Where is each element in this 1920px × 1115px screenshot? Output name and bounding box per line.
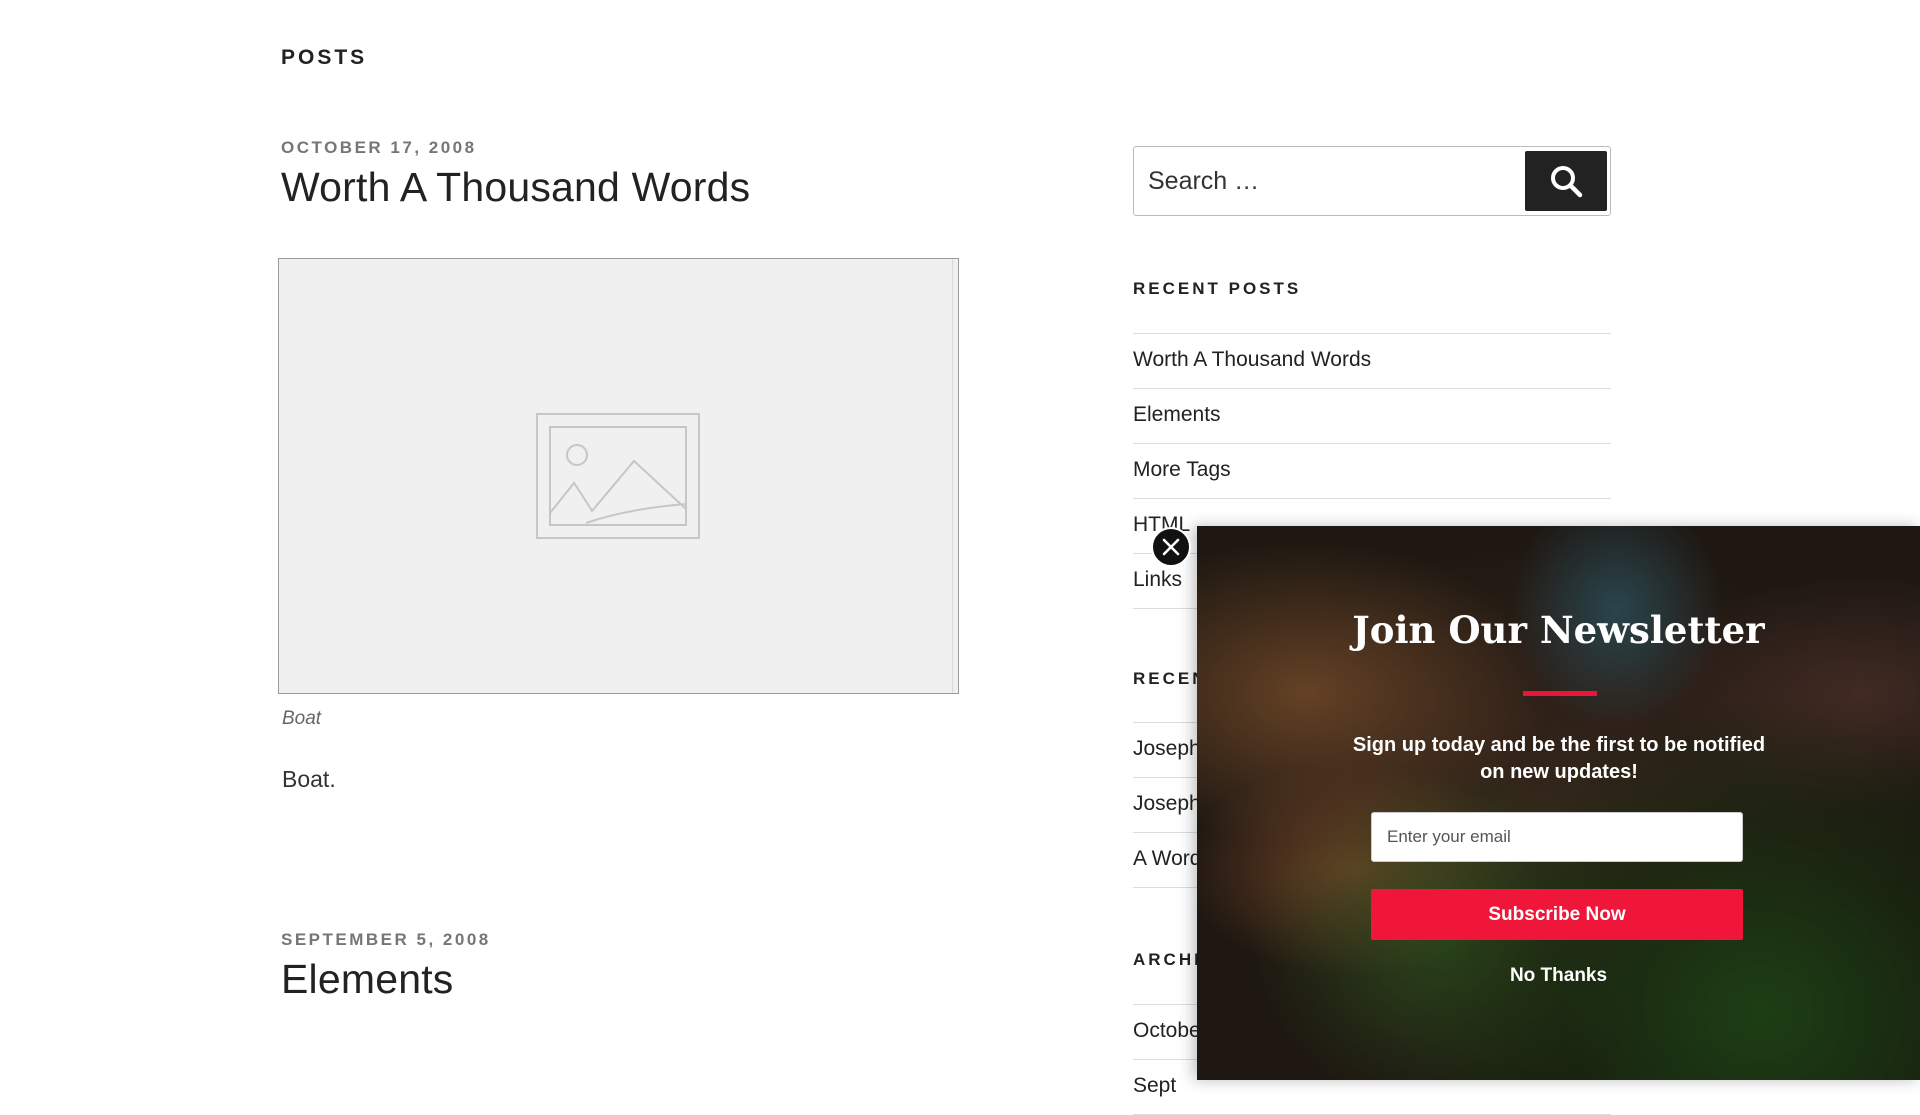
close-button[interactable]	[1151, 527, 1191, 567]
image-placeholder	[278, 258, 959, 694]
no-thanks-link[interactable]: No Thanks	[1197, 965, 1920, 987]
image-caption: Boat	[282, 708, 322, 729]
image-icon	[536, 413, 700, 539]
search-icon	[1551, 166, 1583, 198]
list-item[interactable]: Worth A Thousand Words	[1133, 334, 1611, 389]
page-heading: POSTS	[281, 46, 368, 69]
post-date[interactable]: OCTOBER 17, 2008	[281, 138, 750, 158]
post-title[interactable]: Elements	[281, 956, 491, 1003]
post-date[interactable]: SEPTEMBER 5, 2008	[281, 930, 491, 950]
search-input[interactable]	[1148, 147, 1508, 215]
recent-posts-title: RECENT POSTS	[1133, 279, 1302, 298]
post-body: Boat.	[282, 766, 336, 792]
list-item[interactable]: Elements	[1133, 389, 1611, 444]
post-entry: SEPTEMBER 5, 2008 Elements	[281, 930, 491, 1003]
post-entry: OCTOBER 17, 2008 Worth A Thousand Words	[281, 138, 750, 211]
popup-divider	[1523, 691, 1597, 696]
newsletter-popup: Join Our Newsletter Sign up today and be…	[1197, 526, 1920, 1080]
popup-subtitle: Sign up today and be the first to be not…	[1352, 734, 1766, 783]
search-form	[1133, 146, 1611, 216]
popup-title: Join Our Newsletter	[1352, 608, 1765, 652]
subscribe-button[interactable]: Subscribe Now	[1371, 889, 1743, 940]
search-button[interactable]	[1525, 151, 1607, 211]
list-item[interactable]: More Tags	[1133, 444, 1611, 499]
post-title[interactable]: Worth A Thousand Words	[281, 164, 750, 211]
email-field[interactable]	[1371, 812, 1743, 862]
close-icon	[1162, 538, 1180, 556]
